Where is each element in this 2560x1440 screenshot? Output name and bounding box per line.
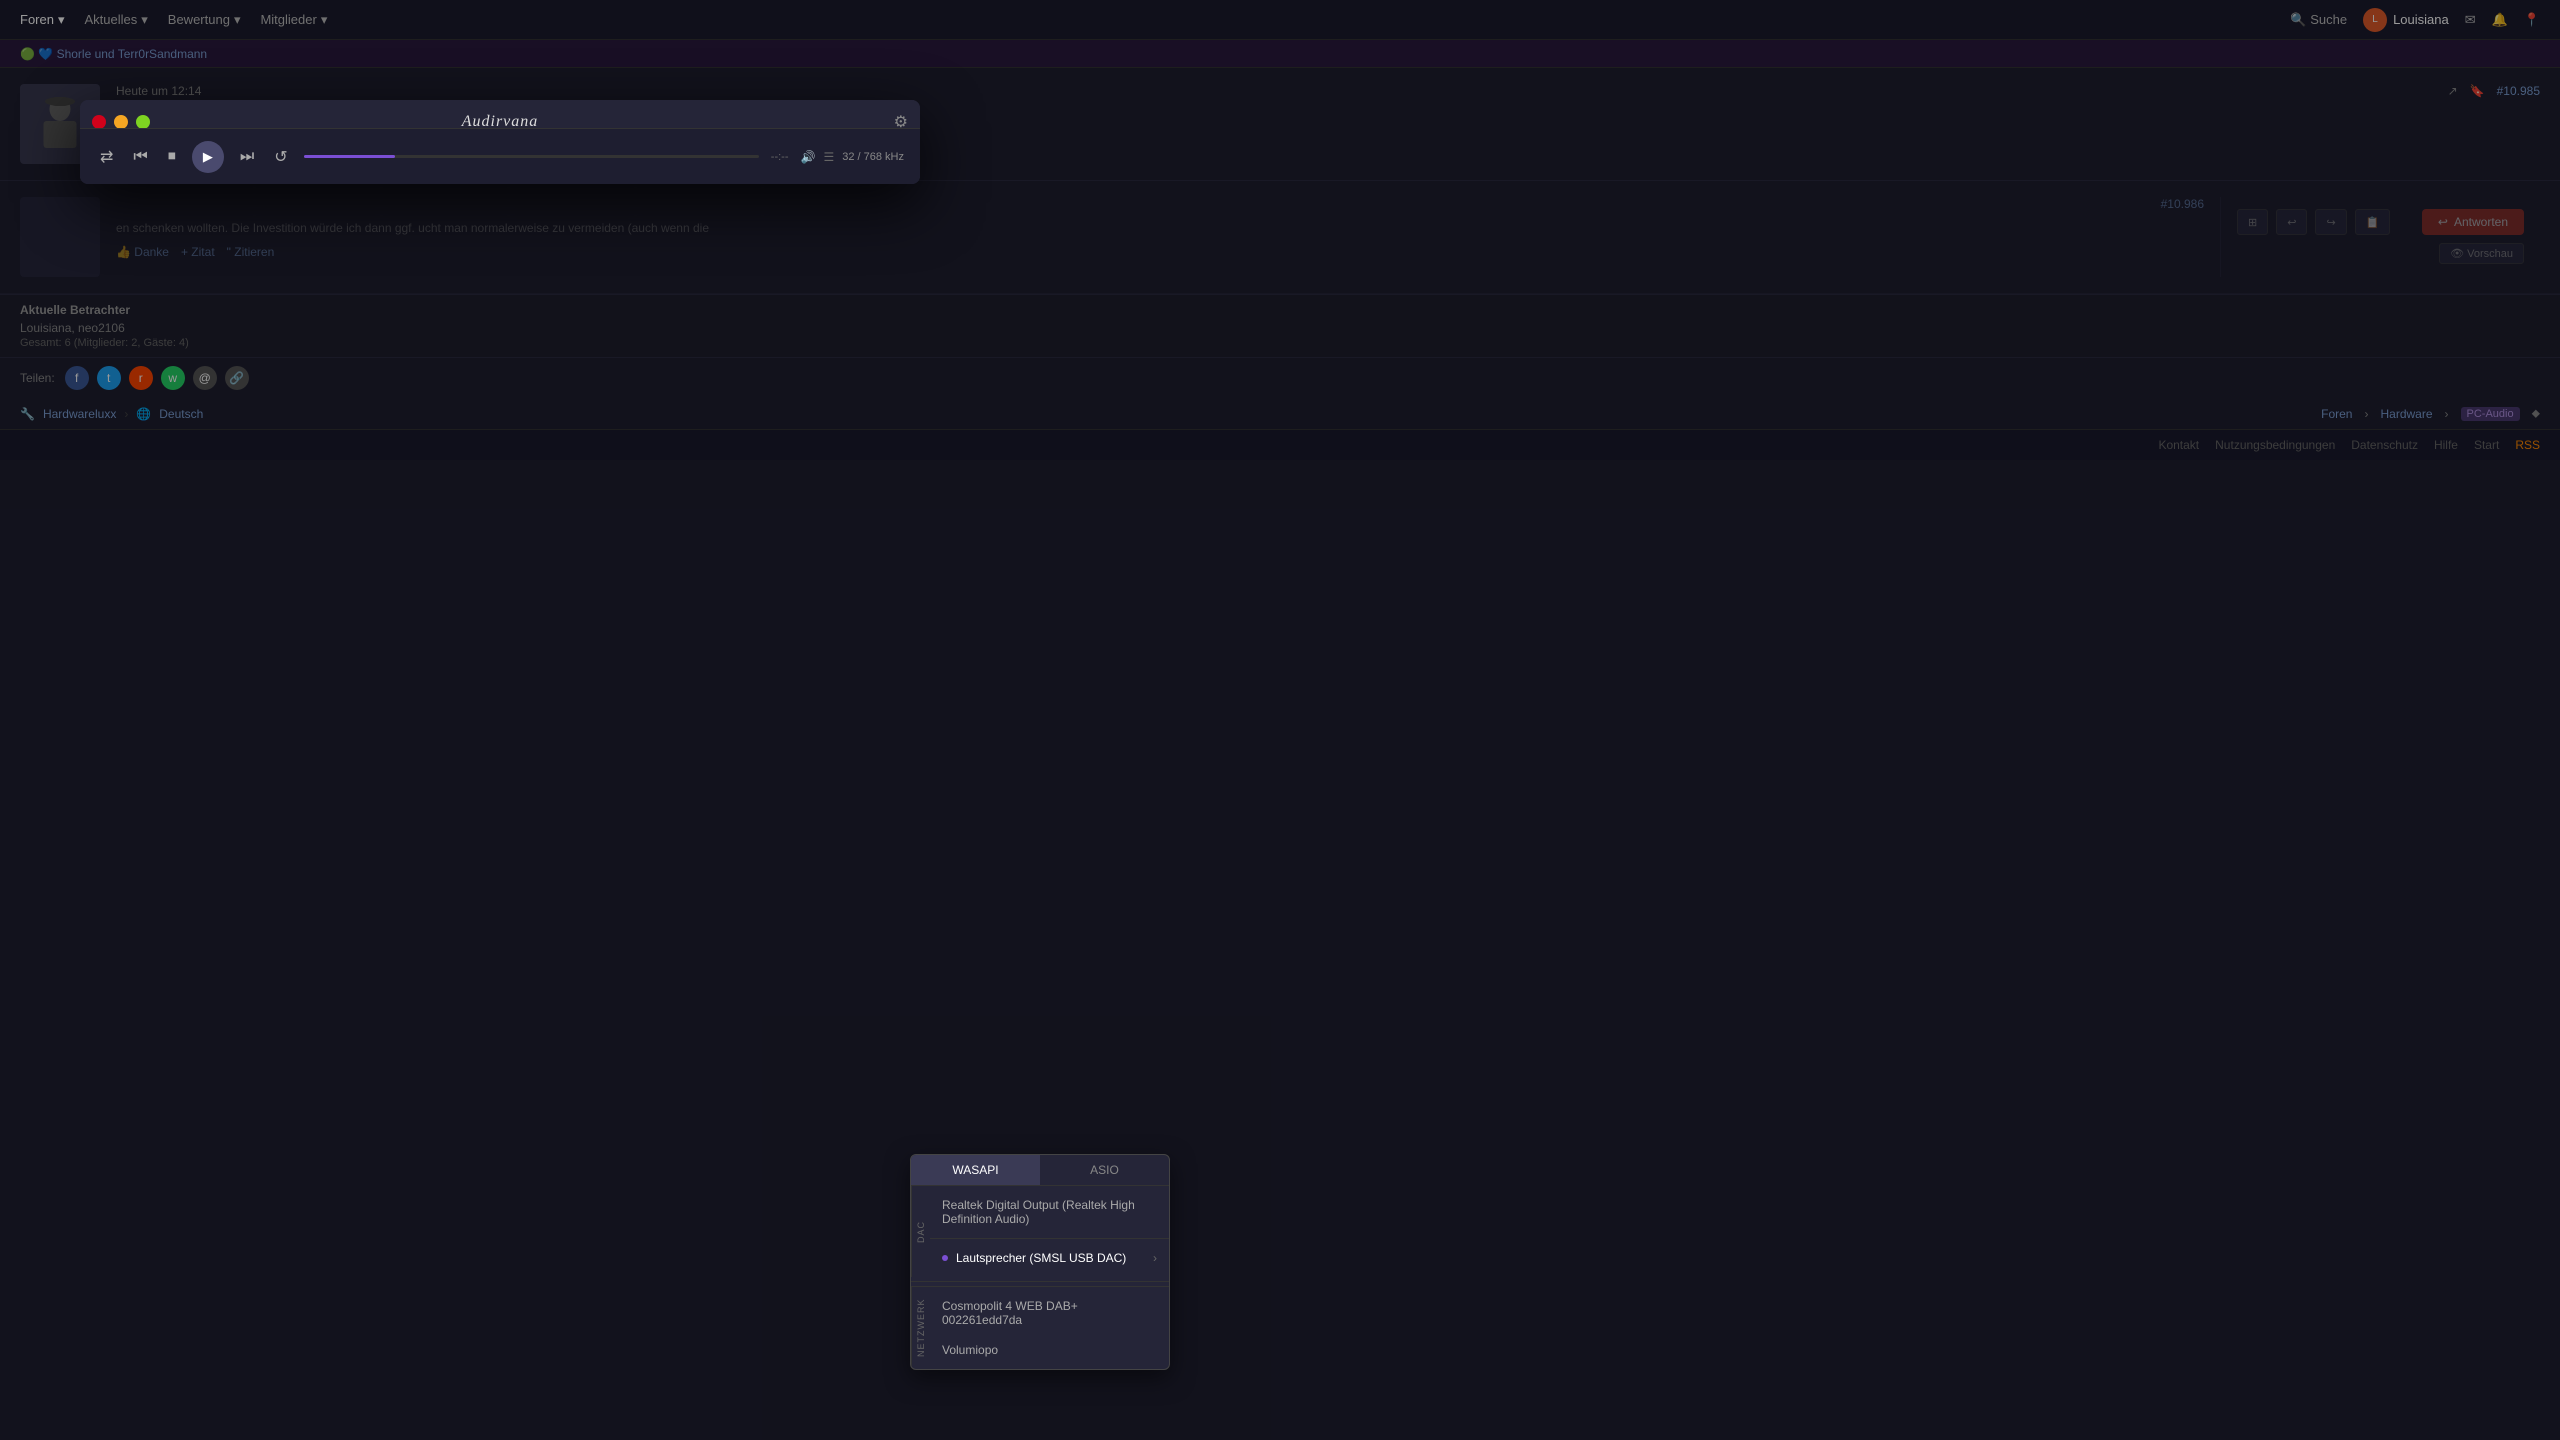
network-side-label: Netzwerk [911, 1287, 930, 1369]
shuffle-button[interactable]: ⇄ [96, 143, 117, 171]
popup-section-divider [911, 1281, 1169, 1282]
window-close-button[interactable] [92, 115, 106, 129]
repeat-button[interactable]: ↺ [270, 143, 291, 171]
asio-tab[interactable]: ASIO [1040, 1155, 1169, 1185]
smsl-device-item[interactable]: Lautsprecher (SMSL USB DAC) › [930, 1243, 1169, 1273]
next-button[interactable]: ⏭ [236, 144, 258, 170]
asio-tab-label: ASIO [1090, 1163, 1119, 1177]
cosmopolit-device-item[interactable]: Cosmopolit 4 WEB DAB+ 002261edd7da [930, 1291, 1169, 1335]
smsl-arrow-icon: › [1153, 1251, 1157, 1265]
wasapi-tab[interactable]: WASAPI [911, 1155, 1040, 1185]
audirvana-window: Audirvana ⚙ ⬜ ‹ › BIBLIOTHEK FAVORITEN ▾… [80, 100, 920, 184]
device-popup: WASAPI ASIO DAC Realtek Digital Output (… [910, 1154, 1170, 1370]
volumio-device-item[interactable]: Volumiopo [930, 1335, 1169, 1365]
network-section: Netzwerk Cosmopolit 4 WEB DAB+ 002261edd… [911, 1286, 1169, 1369]
window-controls [92, 115, 150, 129]
dac-side-label: DAC [911, 1186, 930, 1277]
play-button[interactable]: ▶ [192, 141, 224, 173]
stop-button[interactable]: ⏹ [164, 144, 180, 170]
player-progress-bar[interactable] [304, 155, 759, 158]
player-controls: ⇄ ⏮ ⏹ ▶ ⏭ ↺ [96, 141, 292, 173]
player-bar: ⇄ ⏮ ⏹ ▶ ⏭ ↺ --:-- 🔊 ☰ 32 / 768 kHz [80, 128, 920, 184]
selected-dot [942, 1255, 948, 1261]
player-time: --:-- [771, 151, 789, 163]
realtek-device-item[interactable]: Realtek Digital Output (Realtek High Def… [930, 1190, 1169, 1234]
smsl-device-label: Lautsprecher (SMSL USB DAC) [956, 1251, 1126, 1265]
device-popup-divider [930, 1238, 1169, 1239]
cosmopolit-label: Cosmopolit 4 WEB DAB+ 002261edd7da [942, 1299, 1157, 1327]
dac-items: Realtek Digital Output (Realtek High Def… [930, 1186, 1169, 1277]
overlay-background [0, 0, 2560, 1440]
player-progress-fill [304, 155, 395, 158]
prev-button[interactable]: ⏮ [129, 144, 151, 170]
volumio-label: Volumiopo [942, 1343, 998, 1357]
volume-icon[interactable]: 🔊 [801, 150, 816, 164]
wasapi-tab-label: WASAPI [952, 1163, 998, 1177]
network-items: Cosmopolit 4 WEB DAB+ 002261edd7da Volum… [930, 1287, 1169, 1369]
device-popup-tabs: WASAPI ASIO [911, 1155, 1169, 1186]
dac-section: DAC Realtek Digital Output (Realtek High… [911, 1186, 1169, 1277]
list-icon[interactable]: ☰ [823, 150, 834, 164]
window-minimize-button[interactable] [114, 115, 128, 129]
player-quality: 32 / 768 kHz [842, 151, 904, 163]
player-extras: 🔊 ☰ 32 / 768 kHz [801, 150, 904, 164]
window-title-text: Audirvana [462, 113, 539, 130]
window-maximize-button[interactable] [136, 115, 150, 129]
realtek-device-label: Realtek Digital Output (Realtek High Def… [942, 1198, 1157, 1226]
